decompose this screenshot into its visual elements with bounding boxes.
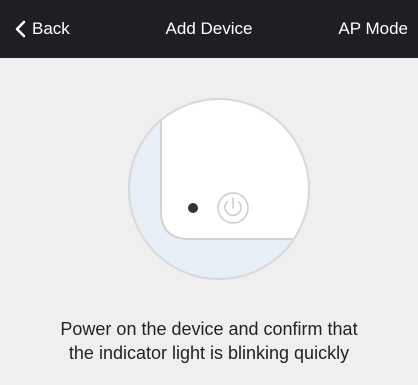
top-navigation-bar: Back Add Device AP Mode <box>0 0 418 58</box>
chevron-left-icon <box>15 20 26 38</box>
instruction-line-1: Power on the device and confirm that <box>60 319 358 339</box>
back-button[interactable]: Back <box>14 0 70 58</box>
device-illustration <box>128 98 310 280</box>
instruction-line-2: the indicator light is blinking quickly <box>68 343 350 363</box>
back-label: Back <box>32 19 70 38</box>
instruction-text: Power on the device and confirm that the… <box>0 317 418 365</box>
indicator-light-icon <box>188 203 198 213</box>
ap-mode-button[interactable]: AP Mode <box>338 0 408 58</box>
